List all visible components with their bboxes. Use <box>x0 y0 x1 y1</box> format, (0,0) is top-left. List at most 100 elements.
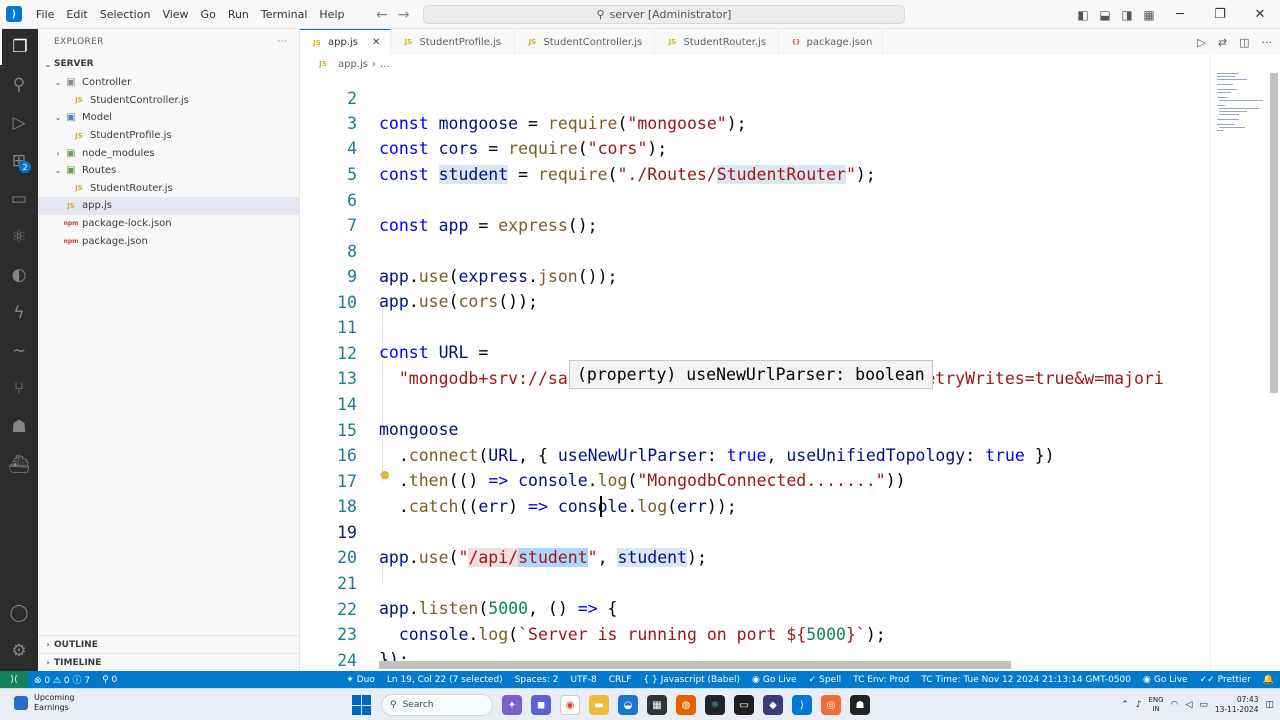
store-icon[interactable]: ▦ <box>647 695 667 715</box>
wifi-icon[interactable]: ◠ <box>1171 700 1179 710</box>
battery-icon[interactable]: ▭ <box>1199 700 1208 710</box>
more-actions-icon[interactable]: ··· <box>278 37 287 47</box>
forward-arrow-icon[interactable]: → <box>398 7 410 23</box>
file-explorer-icon[interactable]: ▬ <box>589 695 609 715</box>
firefox-icon[interactable]: ◍ <box>676 695 696 715</box>
open-changes-icon[interactable]: ⇄ <box>1218 36 1227 49</box>
tab-studentprofile[interactable]: JS StudentProfile.js <box>391 29 516 55</box>
explorer-icon[interactable]: ❐ <box>0 29 38 65</box>
end-of-line[interactable]: CRLF <box>603 675 638 685</box>
menu-go[interactable]: Go <box>195 0 222 29</box>
extensions-icon[interactable]: ⊞ 2 <box>0 143 38 179</box>
go-live-button-2[interactable]: ◉ Go Live <box>1137 675 1194 685</box>
remote-explorer-icon[interactable]: ▭ <box>0 181 38 217</box>
toggle-primary-sidebar-icon[interactable]: ◧ <box>1072 0 1094 29</box>
tree-folder-controller[interactable]: ⌄ ▣ Controller <box>38 74 299 92</box>
settings-gear-icon[interactable]: ⚙ <box>0 633 38 669</box>
more-actions-icon[interactable]: ··· <box>1262 36 1273 49</box>
tree-folder-model[interactable]: ⌄ ▣ Model <box>38 109 299 127</box>
tree-folder-routes[interactable]: ⌄ ▣ Routes <box>38 162 299 180</box>
tree-file-package-json[interactable]: npm package.json <box>38 232 299 250</box>
horizontal-scrollbar-thumb[interactable] <box>379 661 1011 669</box>
command-center-search[interactable]: ⚲ server [Administrator] <box>423 5 905 24</box>
menu-help[interactable]: Help <box>313 0 350 29</box>
menu-terminal[interactable]: Terminal <box>255 0 314 29</box>
github-desktop-icon[interactable]: ☗ <box>850 695 870 715</box>
duo-indicator[interactable]: ✦ Duo <box>340 675 381 685</box>
source-control-icon[interactable]: ⑂ <box>0 371 38 407</box>
close-window-icon[interactable]: ✕ <box>1240 0 1280 29</box>
docker-icon[interactable]: ⛴ <box>0 447 38 483</box>
thunder-client-time[interactable]: TC Time: Tue Nov 12 2024 21:13:14 GMT-05… <box>915 675 1137 685</box>
language-mode[interactable]: { } Javascript (Babel) <box>637 675 746 685</box>
start-button[interactable] <box>352 695 372 715</box>
gitlens-icon[interactable]: ◐ <box>0 257 38 293</box>
indentation[interactable]: Spaces: 2 <box>509 675 565 685</box>
tree-folder-node-modules[interactable]: › ▣ node_modules <box>38 144 299 162</box>
encoding[interactable]: UTF-8 <box>564 675 602 685</box>
prettier-indicator[interactable]: ✓✓ Prettier <box>1194 675 1257 685</box>
minimize-icon[interactable]: ─ <box>1160 0 1200 29</box>
tree-file-package-lock[interactable]: npm package-lock.json <box>38 215 299 233</box>
tab-studentcontroller[interactable]: JS StudentController.js <box>515 29 656 55</box>
breadcrumb-rest[interactable]: ... <box>380 59 390 70</box>
account-icon[interactable]: ◯ <box>0 595 38 631</box>
customize-layout-icon[interactable]: ▦ <box>1138 0 1160 29</box>
run-debug-icon[interactable]: ▷ <box>0 105 38 141</box>
tree-file-studentrouter[interactable]: JS StudentRouter.js <box>38 180 299 198</box>
visual-studio-icon[interactable]: ◆ <box>763 695 783 715</box>
menu-view[interactable]: View <box>156 0 194 29</box>
teams-chat-icon[interactable]: ◼ <box>531 695 551 715</box>
terminal-icon[interactable]: ▭ <box>734 695 754 715</box>
toggle-secondary-sidebar-icon[interactable]: ◨ <box>1116 0 1138 29</box>
toggle-panel-icon[interactable]: ⬓ <box>1094 0 1116 29</box>
widgets-button[interactable]: Upcoming Earnings <box>14 693 74 713</box>
taskbar-search[interactable]: ⚲ Search <box>381 694 493 716</box>
input-language[interactable]: ENG IN <box>1149 696 1164 714</box>
close-icon[interactable]: ✕ <box>372 37 380 48</box>
problems-indicator[interactable]: ⊗ 0 ⚠ 0 ⓘ 7 <box>28 673 96 686</box>
menu-file[interactable]: File <box>30 0 60 29</box>
vertical-scrollbar-thumb[interactable] <box>1270 73 1278 393</box>
thunder-client-env[interactable]: TC Env: Prod <box>847 675 915 685</box>
tab-package-json[interactable]: {} package.json <box>779 29 884 55</box>
thunder-client-icon[interactable]: ϟ <box>0 295 38 331</box>
microphone-icon[interactable]: ♪ <box>1136 700 1142 710</box>
volume-icon[interactable]: ◁ <box>1185 700 1192 710</box>
copilot-icon[interactable]: ✦ <box>502 695 522 715</box>
clock[interactable]: 07:43 13-11-2024 <box>1215 695 1259 715</box>
tab-studentrouter[interactable]: JS StudentRouter.js <box>655 29 780 55</box>
workspace-root[interactable]: ⌄ SERVER <box>38 54 299 74</box>
menu-run[interactable]: Run <box>222 0 255 29</box>
restore-icon[interactable]: ❐ <box>1200 0 1240 29</box>
breadcrumb-file[interactable]: app.js <box>338 59 368 70</box>
outline-section[interactable]: › OUTLINE <box>38 635 300 653</box>
timeline-section[interactable]: › TIMELINE <box>38 653 300 671</box>
tree-file-app-js[interactable]: JS app.js <box>38 197 299 215</box>
tree-file-studentprofile[interactable]: JS StudentProfile.js <box>38 127 299 145</box>
lightbulb-icon[interactable]: ● <box>380 468 390 481</box>
github-icon[interactable]: ☗ <box>0 409 38 445</box>
minimap[interactable] <box>1210 55 1268 671</box>
search-icon[interactable]: ⚲ <box>0 67 38 103</box>
react-app-icon[interactable]: ⚛ <box>705 695 725 715</box>
run-icon[interactable]: ▷ <box>1197 36 1205 49</box>
split-editor-icon[interactable]: ◫ <box>1239 36 1249 49</box>
back-arrow-icon[interactable]: ← <box>376 7 388 23</box>
live-share-icon[interactable]: ∼ <box>0 333 38 369</box>
menu-edit[interactable]: Edit <box>60 0 93 29</box>
chevron-up-icon[interactable]: ⌃ <box>1121 700 1129 710</box>
edge-icon[interactable]: ◒ <box>618 695 638 715</box>
menu-selection[interactable]: Selection <box>94 0 157 29</box>
remote-indicator[interactable]: ⟩⟨ <box>0 671 28 688</box>
notification-center-icon[interactable]: ◫ <box>1265 700 1274 710</box>
ports-indicator[interactable]: ⚲ 0 <box>96 675 123 685</box>
spell-check-indicator[interactable]: ✓ Spell <box>803 675 848 685</box>
react-icon[interactable]: ⚛ <box>0 219 38 255</box>
tab-app-js[interactable]: JS app.js ✕ <box>300 29 392 55</box>
cursor-position[interactable]: Ln 19, Col 22 (7 selected) <box>381 675 509 685</box>
postman-icon[interactable]: ◎ <box>821 695 841 715</box>
chrome-icon[interactable]: ◉ <box>560 695 580 715</box>
go-live-button[interactable]: ◉ Go Live <box>746 675 803 685</box>
vscode-taskbar-icon[interactable]: ⟩ <box>792 695 812 715</box>
